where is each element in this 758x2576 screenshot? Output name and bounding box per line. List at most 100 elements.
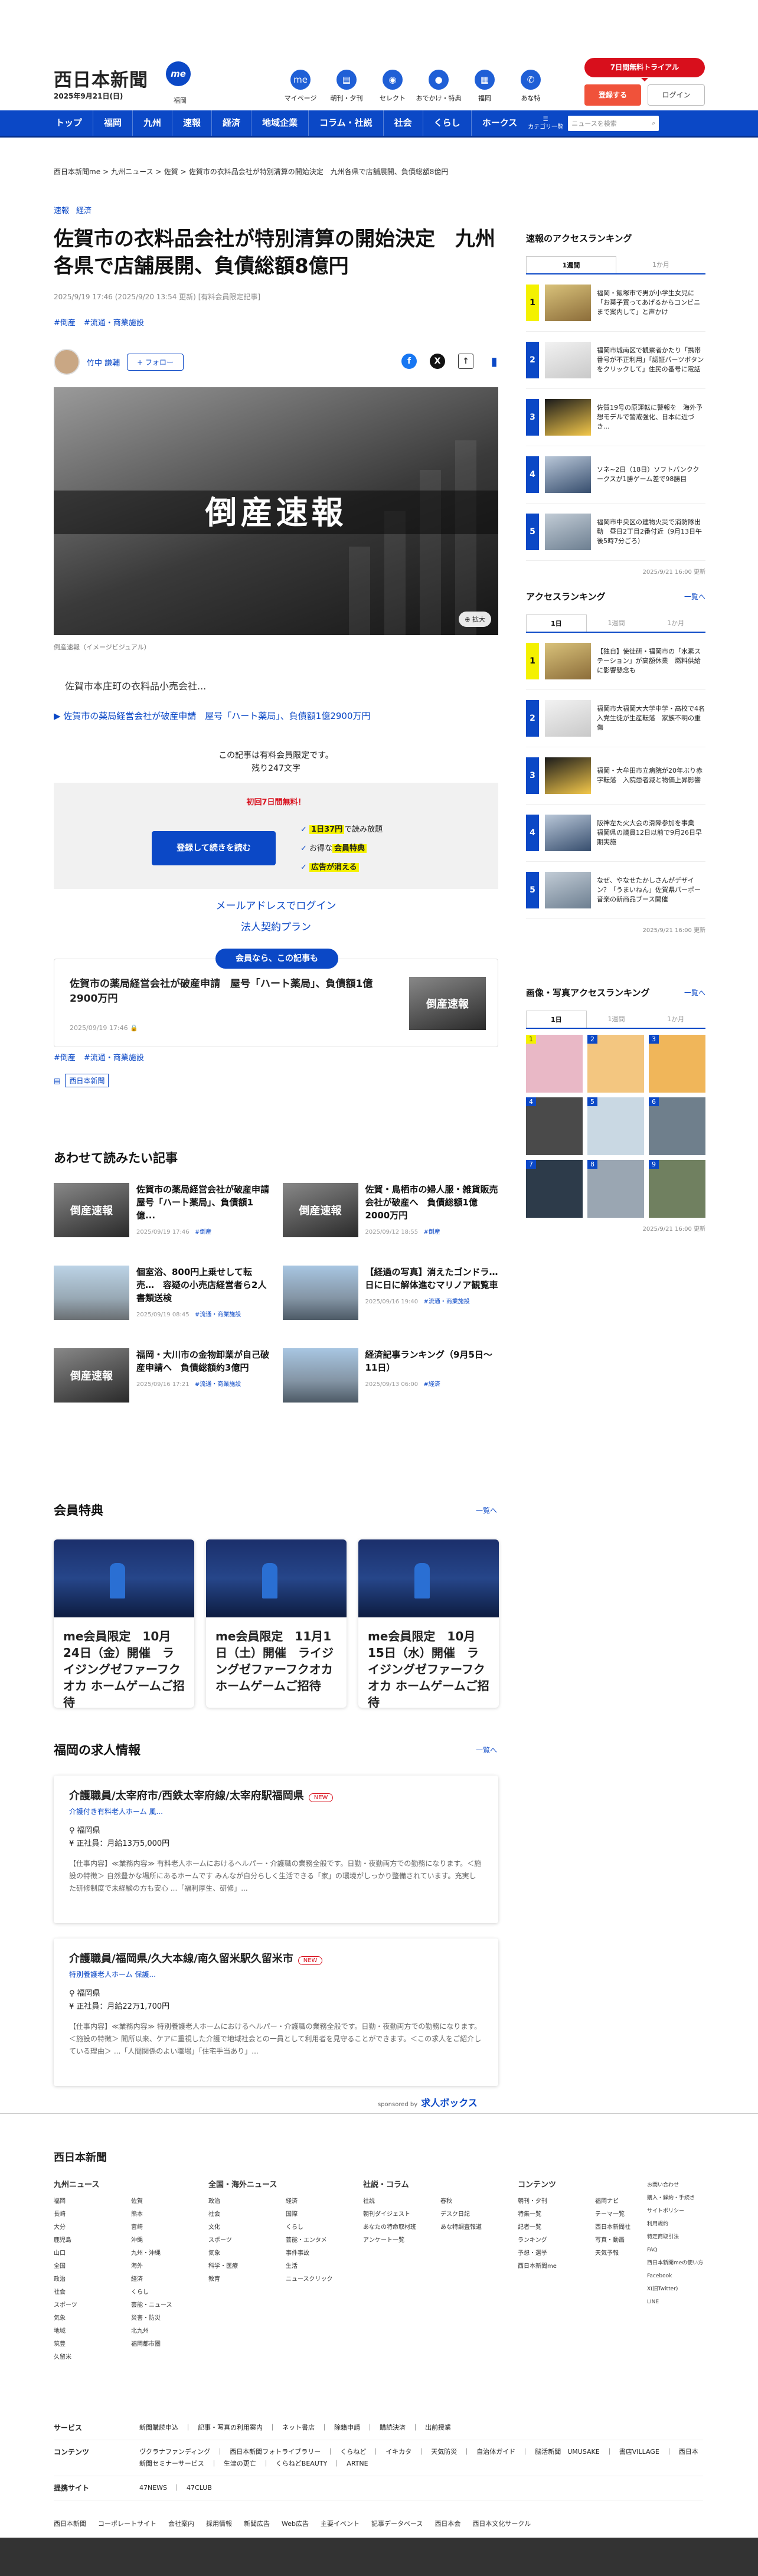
free-trial-banner[interactable]: 7日間無料トライアル bbox=[584, 58, 705, 81]
breadcrumb-item[interactable]: 佐賀 bbox=[164, 168, 178, 176]
footer-small-link[interactable]: 購入・解約・手続き bbox=[647, 2192, 712, 2205]
ranking-item[interactable]: 2 福岡市大福岡大大学中学・高校で4名入党生徒が生産転落 家族不明の重傷 bbox=[526, 690, 705, 747]
benefit-card[interactable]: me会員限定 10月15日（水）開催 ライジングゼファーフクオカ ホームゲームご… bbox=[358, 1539, 499, 1708]
header-link[interactable]: ✆ あな特 bbox=[508, 70, 554, 103]
footer-link[interactable]: 山口 bbox=[54, 2247, 131, 2260]
also-read-tag[interactable]: #経済 bbox=[423, 1381, 440, 1388]
footer-link[interactable]: 国際 bbox=[286, 2208, 363, 2221]
benefit-title[interactable]: me会員限定 10月15日（水）開催 ライジングゼファーフクオカ ホームゲームご… bbox=[358, 1617, 499, 1708]
footer-link[interactable]: くらし bbox=[286, 2221, 363, 2234]
me-logo-badge[interactable]: me bbox=[166, 61, 191, 86]
job-company[interactable]: 特別養護老人ホーム 保護... bbox=[69, 1969, 483, 1979]
footer-small-link[interactable]: サイトポリシー bbox=[647, 2205, 712, 2218]
footer-link[interactable]: 地域 bbox=[54, 2325, 131, 2338]
author-avatar[interactable] bbox=[54, 349, 80, 375]
register-to-read-button[interactable]: 登録して続きを読む bbox=[152, 831, 276, 865]
photo-thumb[interactable]: 6 bbox=[649, 1097, 705, 1155]
keyword-tag[interactable]: #倒産 bbox=[54, 316, 76, 328]
also-read-title[interactable]: 佐賀市の薬局経営会社が破産申請 屋号「ハート薬局」、負債額1億... bbox=[136, 1183, 278, 1222]
footer-link[interactable]: 特集一覧 bbox=[518, 2208, 595, 2221]
footer-link[interactable]: 経済 bbox=[131, 2273, 208, 2286]
benefit-title[interactable]: me会員限定 10月24日（金）開催 ライジングゼファーフクオカ ホームゲームご… bbox=[54, 1617, 194, 1708]
footer-small-link[interactable]: 西日本新聞meの使い方 bbox=[647, 2257, 712, 2270]
photo-thumb[interactable]: 8 bbox=[587, 1160, 644, 1218]
nav-item[interactable]: くらし bbox=[422, 110, 471, 136]
benefit-title[interactable]: me会員限定 11月1日（土）開催 ライジングゼファーフクオカ ホームゲームご招… bbox=[206, 1617, 347, 1705]
ranking-item[interactable]: 5 なぜ、やなせたかしさんがデザイン？「うまいねん」佐賀県パーポー音楽の新商品ブー… bbox=[526, 862, 705, 919]
email-login-link[interactable]: メールアドレスでログイン bbox=[54, 897, 498, 912]
related-article-link[interactable]: ▶ 佐賀市の薬局経営会社が破産申請 屋号「ハート薬局」、負債額1億2900万円 bbox=[54, 710, 371, 722]
header-link[interactable]: me マイページ bbox=[277, 70, 324, 103]
footer-link[interactable]: 気象 bbox=[208, 2247, 286, 2260]
ranking-title[interactable]: 【独自】使徒研・福岡市の「水素ステーション」が高額休業 燃料供給に影響懸念も bbox=[597, 647, 705, 675]
benefit-card[interactable]: me会員限定 11月1日（土）開催 ライジングゼファーフクオカ ホームゲームご招… bbox=[206, 1539, 347, 1708]
footer-bottom-link[interactable]: 西日本新聞 bbox=[54, 2519, 86, 2528]
footer-link[interactable]: 生活 bbox=[286, 2260, 363, 2273]
footer-small-link[interactable]: LINE bbox=[647, 2296, 712, 2309]
ranking-title[interactable]: ソネ~2日（18日）ソフトバンククークスが1勝ゲーム差で98勝目 bbox=[597, 465, 705, 484]
site-logo[interactable]: 西日本新聞 bbox=[54, 65, 148, 91]
footer-link[interactable]: 芸能・エンタメ bbox=[286, 2234, 363, 2247]
keyword-tag[interactable]: #流通・商業施設 bbox=[84, 1051, 144, 1063]
footer-link[interactable]: 全国 bbox=[54, 2260, 131, 2273]
footer-link[interactable]: デスク日記 bbox=[440, 2208, 518, 2221]
footer-bottom-link[interactable]: Web広告 bbox=[282, 2519, 309, 2528]
keyword-tag[interactable]: #倒産 bbox=[54, 1051, 76, 1063]
ranking-title[interactable]: 福岡市中央区の建物火災で消防隊出動 昼日2丁目2番付近（9月13日午後5時7分ご… bbox=[597, 518, 705, 546]
footer-link[interactable]: 北九州 bbox=[131, 2325, 208, 2338]
header-link[interactable]: ● おでかけ・特典 bbox=[416, 70, 462, 103]
author-name[interactable]: 竹中 謙輔 bbox=[87, 357, 120, 368]
ranking-title[interactable]: 福岡・大牟田市立病院が20年ぶり赤字転落 入院患者減と物価上昇影響 bbox=[597, 766, 705, 785]
also-read-item[interactable]: 倒産速報 福岡・大川市の金物卸業が自己破産申請へ 負債総額約3億円 2025/09/… bbox=[54, 1348, 270, 1407]
ranking-tab[interactable]: 1週間 bbox=[526, 256, 616, 273]
photo-thumb[interactable]: 4 bbox=[526, 1097, 583, 1155]
member-article-title[interactable]: 佐賀市の薬局経営会社が破産申請 屋号「ハート薬局」、負債額1億2900万円 bbox=[70, 977, 388, 1006]
nav-item[interactable]: 九州 bbox=[132, 110, 172, 136]
footer-row-links[interactable]: 新聞購読申込 ｜ 記事・写真の利用案内 ｜ ネット書店 ｜ 除籍申請 ｜ 購読決… bbox=[139, 2422, 451, 2434]
ranking-item[interactable]: 4 ソネ~2日（18日）ソフトバンククークスが1勝ゲーム差で98勝目 bbox=[526, 446, 705, 504]
login-button[interactable]: ログイン bbox=[648, 84, 705, 106]
footer-link[interactable]: 春秋 bbox=[440, 2195, 518, 2208]
benefits-more-link[interactable]: 一覧へ bbox=[476, 1505, 497, 1515]
footer-bottom-link[interactable]: 西日本文化サークル bbox=[472, 2519, 531, 2528]
photo-thumb[interactable]: 1 bbox=[526, 1035, 583, 1093]
photo-thumb[interactable]: 7 bbox=[526, 1160, 583, 1218]
footer-link[interactable]: 佐賀 bbox=[131, 2195, 208, 2208]
register-button[interactable]: 登録する bbox=[584, 84, 641, 106]
also-read-item[interactable]: 経済記事ランキング（9月5日〜11日） 2025/09/13 06:00 #経済 bbox=[282, 1348, 499, 1407]
footer-small-link[interactable]: 利用規約 bbox=[647, 2218, 712, 2231]
also-read-tag[interactable]: #倒産 bbox=[195, 1229, 211, 1235]
footer-link[interactable]: 社会 bbox=[208, 2208, 286, 2221]
nav-item[interactable]: ホークス bbox=[471, 110, 528, 136]
footer-link[interactable]: 災害・防災 bbox=[131, 2312, 208, 2325]
ranking-item[interactable]: 2 福岡市城南区で観察者かたり「携帯番号が不正利用」「認証パーツボタンをクリックし… bbox=[526, 332, 705, 389]
footer-bottom-link[interactable]: 新聞広告 bbox=[244, 2519, 270, 2528]
footer-link[interactable]: くらし bbox=[131, 2286, 208, 2299]
search-input[interactable]: ニュースを検索 ⌕ bbox=[568, 115, 659, 131]
footer-link[interactable]: 芸能・ニュース bbox=[131, 2299, 208, 2312]
job-title[interactable]: 介護職員/太宰府市/西鉄太宰府線/太宰府駅福岡県 NEW bbox=[69, 1787, 483, 1803]
also-read-tag[interactable]: #流通・商業施設 bbox=[195, 1381, 241, 1388]
nav-item[interactable]: 社会 bbox=[383, 110, 423, 136]
benefit-card[interactable]: me会員限定 10月24日（金）開催 ライジングゼファーフクオカ ホームゲームご… bbox=[54, 1539, 194, 1708]
ranking-title[interactable]: 阪神左た火大会の滑降参加を事業 福岡県の議員12日以前で9月26日早期実施 bbox=[597, 819, 705, 847]
footer-link[interactable]: 長崎 bbox=[54, 2208, 131, 2221]
footer-small-link[interactable]: X(旧Twitter) bbox=[647, 2283, 712, 2296]
footer-link[interactable]: 沖縄 bbox=[131, 2234, 208, 2247]
facebook-icon[interactable]: f bbox=[401, 354, 417, 369]
footer-column-heading[interactable]: 全国・海外ニュース bbox=[208, 2179, 363, 2192]
footer-link[interactable]: ニュースクリック bbox=[286, 2273, 363, 2286]
nav-item[interactable]: トップ bbox=[45, 110, 93, 136]
photo-thumb[interactable]: 9 bbox=[649, 1160, 705, 1218]
footer-link[interactable]: 久留米 bbox=[54, 2351, 131, 2364]
also-read-title[interactable]: 経済記事ランキング（9月5日〜11日） bbox=[365, 1348, 499, 1374]
footer-link[interactable]: 政治 bbox=[208, 2195, 286, 2208]
photo-more-link[interactable]: 一覧へ bbox=[684, 988, 705, 998]
hero-image[interactable]: 倒産速報 ⊕ 拡大 bbox=[54, 387, 498, 635]
also-read-title[interactable]: 佐賀・鳥栖市の婦人服・雑貨販売会社が破産へ 負債総額1億2000万円 bbox=[365, 1183, 499, 1222]
ranking-item[interactable]: 1 【独自】使徒研・福岡市の「水素ステーション」が高額休業 燃料供給に影響懸念も bbox=[526, 633, 705, 690]
footer-small-link[interactable]: FAQ bbox=[647, 2244, 712, 2257]
nav-item[interactable]: 経済 bbox=[211, 110, 251, 136]
ranking-tab[interactable]: 1か月 bbox=[646, 1011, 705, 1028]
nav-item[interactable]: 福岡 bbox=[93, 110, 132, 136]
